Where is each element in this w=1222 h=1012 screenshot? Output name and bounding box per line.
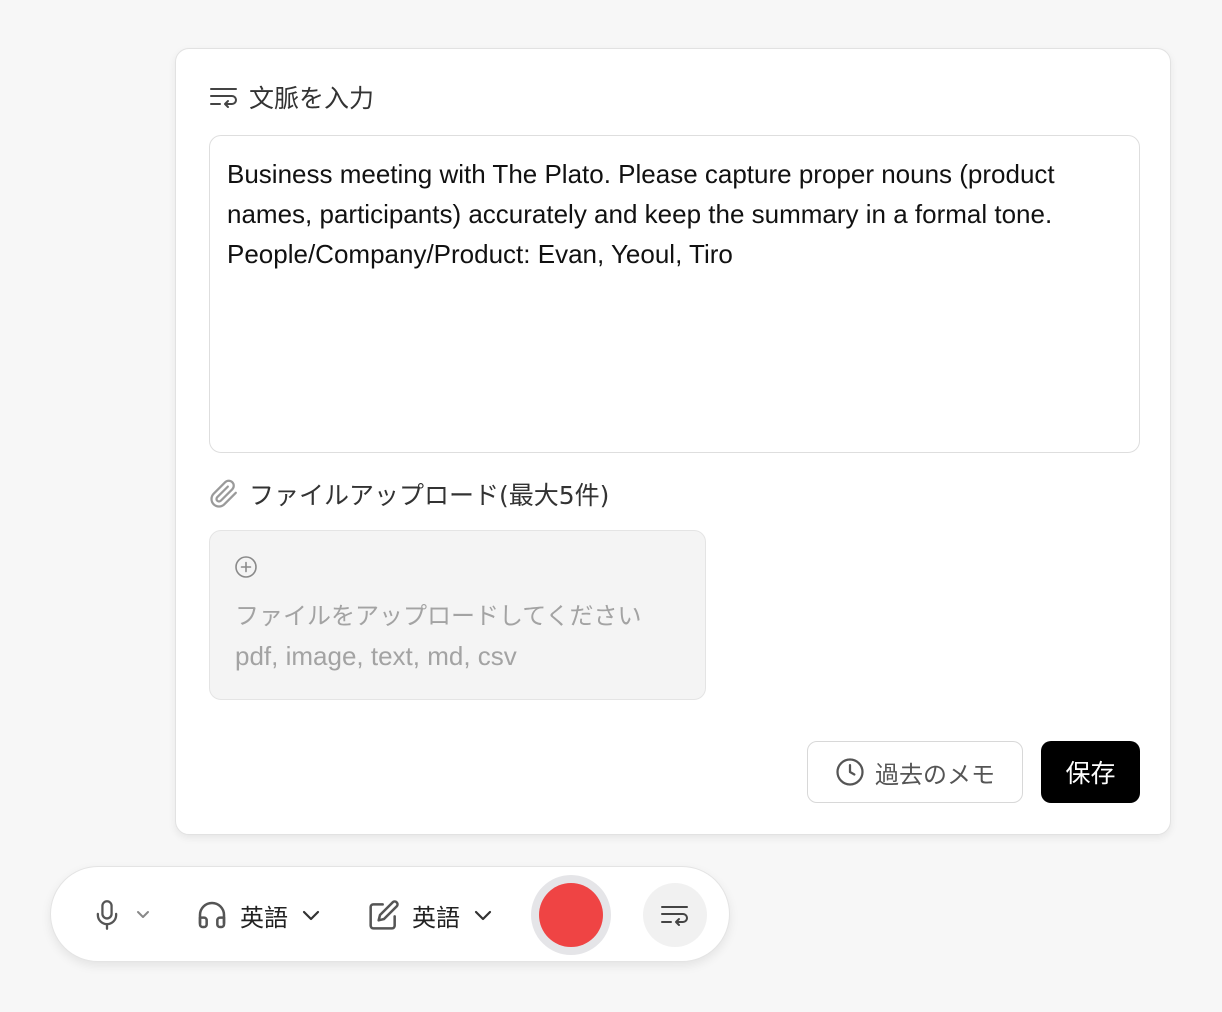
upload-prompt: ファイルをアップロードしてください: [235, 602, 642, 630]
listen-language-selector[interactable]: 英語: [196, 867, 322, 963]
text-wrap-icon: [210, 88, 237, 108]
past-memos-label: 過去のメモ: [875, 760, 995, 789]
past-memos-button[interactable]: 過去のメモ: [807, 741, 1023, 803]
text-wrap-icon: [661, 906, 688, 926]
plus-circle-icon: [235, 556, 257, 578]
headphones-icon: [198, 901, 226, 929]
context-panel: 文脈を入力 Business meeting with The Plato. P…: [175, 48, 1171, 835]
record-button[interactable]: [531, 875, 611, 955]
microphone-icon: [96, 900, 118, 930]
context-header: 文脈を入力: [209, 79, 374, 115]
microphone-selector[interactable]: [93, 867, 151, 963]
save-button[interactable]: 保存: [1041, 741, 1140, 803]
context-text: Business meeting with The Plato. Please …: [227, 159, 1055, 269]
recording-toolbar: 英語 英語: [50, 866, 730, 962]
chevron-down-icon: [137, 911, 149, 918]
upload-header: ファイルアップロード(最大5件): [209, 476, 609, 512]
clock-icon: [836, 758, 864, 786]
context-textarea[interactable]: Business meeting with The Plato. Please …: [209, 135, 1140, 453]
listen-language-label: 英語: [240, 903, 288, 932]
record-icon: [539, 883, 603, 947]
write-language-label: 英語: [412, 903, 460, 932]
file-upload-dropzone[interactable]: ファイルをアップロードしてください pdf, image, text, md, …: [209, 530, 706, 700]
upload-label: ファイルアップロード(最大5件): [249, 481, 610, 510]
paperclip-icon: [210, 479, 237, 508]
chevron-down-icon: [474, 910, 492, 921]
write-language-selector[interactable]: 英語: [368, 867, 494, 963]
edit-icon: [369, 900, 399, 930]
context-title: 文脈を入力: [249, 84, 375, 113]
upload-file-types: pdf, image, text, md, csv: [235, 641, 517, 671]
context-toggle-button[interactable]: [643, 883, 707, 947]
chevron-down-icon: [302, 910, 320, 921]
